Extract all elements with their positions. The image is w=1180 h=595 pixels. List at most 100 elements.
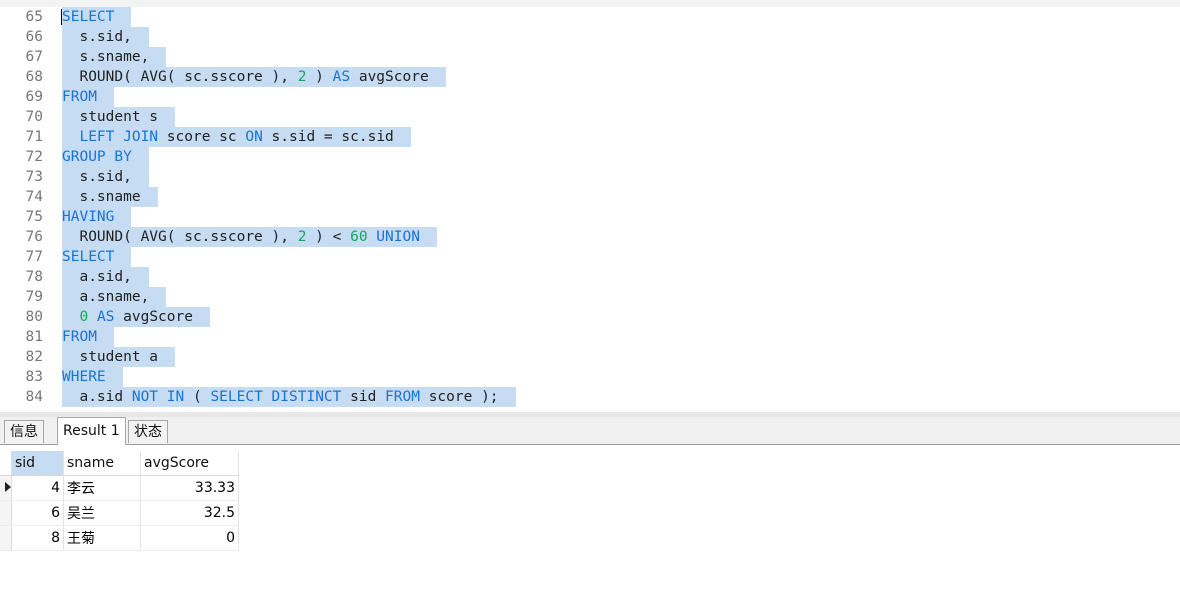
tab-result-1[interactable]: Result 1 (57, 417, 126, 445)
code-line[interactable]: 80 0 AS avgScore (0, 307, 1180, 327)
result-tab-bar: 信息 Result 1 状态 (0, 417, 1180, 445)
row-header[interactable] (0, 475, 12, 501)
code-text[interactable]: student s (62, 107, 176, 127)
sql-keyword: FROM (385, 389, 420, 405)
cell-sname[interactable]: 李云 (63, 475, 141, 501)
sql-keyword: FROM (62, 329, 97, 345)
code-editor[interactable]: 65 SELECT 66 s.sid, 67 s.sname, 68 ROUND( AV… (0, 7, 1180, 412)
sql-text: sid (341, 389, 386, 405)
line-number: 75 (25, 209, 43, 225)
code-text[interactable]: FROM (62, 87, 114, 107)
tab-info[interactable]: 信息 (4, 420, 44, 443)
code-text[interactable]: a.sid, (62, 267, 149, 287)
sql-keyword: ON (245, 129, 263, 145)
code-text[interactable]: HAVING (62, 207, 132, 227)
sql-number: 0 (79, 309, 89, 325)
code-text[interactable]: LEFT JOIN score sc ON s.sid = sc.sid (62, 127, 411, 147)
code-text[interactable]: SELECT (62, 247, 132, 267)
table-row[interactable]: 6 吴兰 32.5 (0, 500, 239, 526)
code-line[interactable]: 73 s.sid, (0, 167, 1180, 187)
table-row[interactable]: 4 李云 33.33 (0, 475, 239, 501)
line-number: 69 (25, 89, 43, 105)
code-line[interactable]: 77 SELECT (0, 247, 1180, 267)
code-text[interactable]: s.sid, (62, 27, 149, 47)
sql-keyword: SELECT (62, 9, 115, 25)
cell-sid[interactable]: 8 (11, 525, 64, 551)
sql-keyword: SELECT (62, 249, 115, 265)
line-number: 72 (25, 149, 43, 165)
code-line[interactable]: 68 ROUND( AVG( sc.sscore ), 2 ) AS avgSc… (0, 67, 1180, 87)
code-text[interactable]: s.sname, (62, 47, 167, 67)
code-text[interactable]: WHERE (62, 367, 123, 387)
code-text[interactable]: 0 AS avgScore (62, 307, 210, 327)
line-number: 70 (25, 109, 43, 125)
code-line[interactable]: 70 student s (0, 107, 1180, 127)
code-line[interactable]: 78 a.sid, (0, 267, 1180, 287)
table-row[interactable]: 8 王菊 0 (0, 525, 239, 551)
code-text[interactable]: FROM (62, 327, 114, 347)
cell-sname[interactable]: 吴兰 (63, 500, 141, 526)
code-text[interactable]: SELECT (62, 7, 132, 27)
sql-text: ROUND( AVG( sc.sscore ), (62, 69, 298, 85)
line-number: 80 (25, 309, 43, 325)
cell-sname[interactable]: 王菊 (63, 525, 141, 551)
sql-text: avgScore (350, 69, 429, 85)
cell-avgscore[interactable]: 32.5 (140, 500, 239, 526)
sql-text: s.sname (62, 189, 141, 205)
line-number: 71 (25, 129, 43, 145)
code-line[interactable]: 84 a.sid NOT IN ( SELECT DISTINCT sid FR… (0, 387, 1180, 407)
code-text[interactable]: ROUND( AVG( sc.sscore ), 2 ) < 60 UNION (62, 227, 437, 247)
line-number: 73 (25, 169, 43, 185)
code-line[interactable]: 69 FROM (0, 87, 1180, 107)
code-line[interactable]: 67 s.sname, (0, 47, 1180, 67)
code-text[interactable]: student a (62, 347, 176, 367)
result-grid[interactable]: sid sname avgScore 4 李云 33.33 6 吴兰 32.5 8 王菊 0 (0, 451, 239, 551)
code-line[interactable]: 81 FROM (0, 327, 1180, 347)
code-line[interactable]: 65 SELECT (0, 7, 1180, 27)
code-text[interactable]: a.sid NOT IN ( SELECT DISTINCT sid FROM … (62, 387, 516, 407)
line-number: 67 (25, 49, 43, 65)
line-number: 82 (25, 349, 43, 365)
sql-keyword: HAVING (62, 209, 115, 225)
sql-text: a.sid (62, 389, 132, 405)
code-text[interactable]: a.sname, (62, 287, 167, 307)
sql-number: 60 (350, 229, 368, 245)
sql-keyword: FROM (62, 89, 97, 105)
line-number: 79 (25, 289, 43, 305)
top-strip (0, 0, 1180, 7)
code-line[interactable]: 75 HAVING (0, 207, 1180, 227)
line-number: 77 (25, 249, 43, 265)
code-line[interactable]: 83 WHERE (0, 367, 1180, 387)
cell-avgscore[interactable]: 0 (140, 525, 239, 551)
code-line[interactable]: 66 s.sid, (0, 27, 1180, 47)
code-line[interactable]: 72 GROUP BY (0, 147, 1180, 167)
sql-keyword: UNION (376, 229, 420, 245)
code-line[interactable]: 79 a.sname, (0, 287, 1180, 307)
row-header[interactable] (0, 525, 12, 551)
line-number: 68 (25, 69, 43, 85)
line-number: 83 (25, 369, 43, 385)
cell-sid[interactable]: 4 (11, 475, 64, 501)
sql-text: ) < (306, 229, 351, 245)
code-text[interactable]: ROUND( AVG( sc.sscore ), 2 ) AS avgScore (62, 67, 446, 87)
row-header[interactable] (0, 500, 12, 526)
code-line[interactable]: 71 LEFT JOIN score sc ON s.sid = sc.sid (0, 127, 1180, 147)
cell-avgscore[interactable]: 33.33 (140, 475, 239, 501)
code-line[interactable]: 82 student a (0, 347, 1180, 367)
code-text[interactable]: GROUP BY (62, 147, 149, 167)
line-number: 84 (25, 389, 43, 405)
code-text[interactable]: s.sid, (62, 167, 149, 187)
tab-status[interactable]: 状态 (128, 420, 168, 443)
column-header-sname[interactable]: sname (63, 451, 141, 476)
cell-sid[interactable]: 6 (11, 500, 64, 526)
code-line[interactable]: 76 ROUND( AVG( sc.sscore ), 2 ) < 60 UNI… (0, 227, 1180, 247)
code-line[interactable]: 74 s.sname (0, 187, 1180, 207)
column-header-avgscore[interactable]: avgScore (140, 451, 239, 476)
sql-keyword: WHERE (62, 369, 106, 385)
grid-header-row: sid sname avgScore (0, 451, 239, 476)
code-text[interactable]: s.sname (62, 187, 158, 207)
sql-text: avgScore (114, 309, 193, 325)
column-header-sid[interactable]: sid (11, 451, 64, 476)
